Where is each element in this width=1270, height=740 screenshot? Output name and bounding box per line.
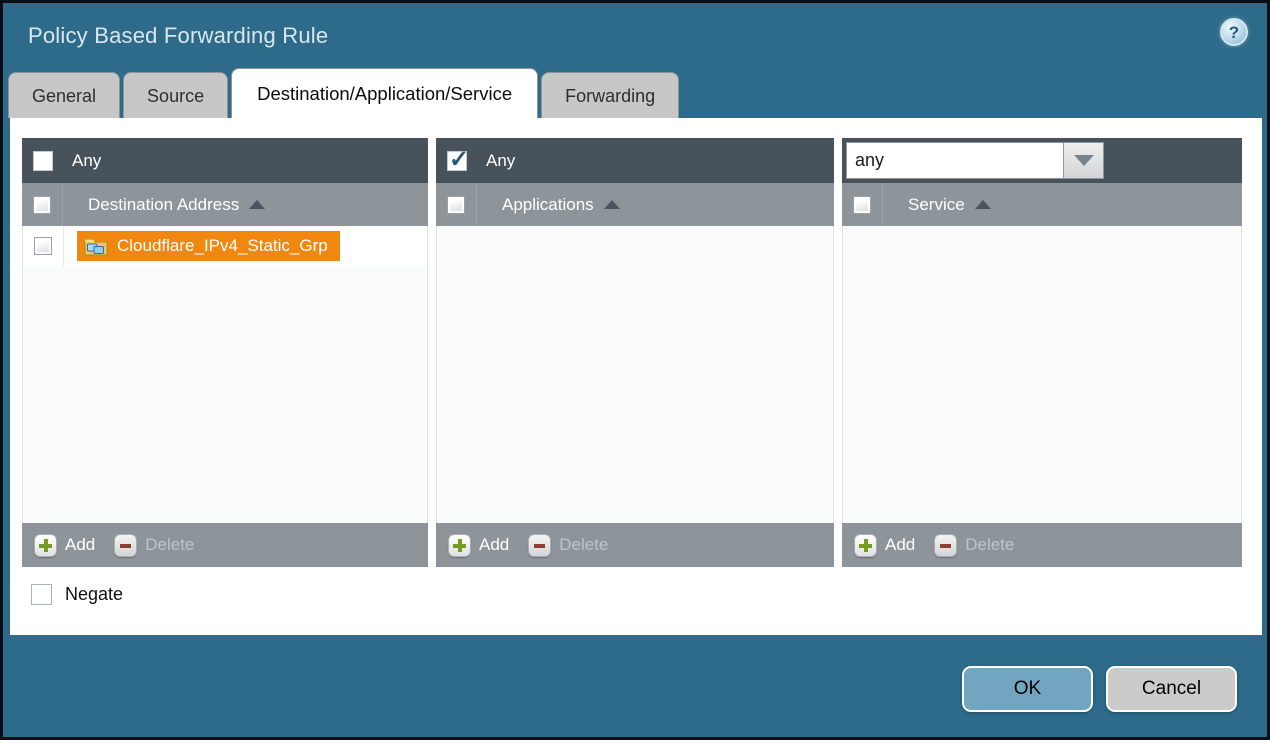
applications-delete-button[interactable]: Delete	[528, 534, 608, 557]
sort-ascending-icon[interactable]	[975, 200, 991, 209]
destination-any-checkbox[interactable]	[33, 151, 53, 171]
chevron-down-icon	[1074, 155, 1094, 166]
applications-any-bar: Any	[436, 138, 834, 183]
service-dropdown-value: any	[846, 142, 1064, 179]
service-list	[842, 226, 1242, 523]
add-plus-icon	[448, 534, 471, 557]
table-row: Cloudflare_IPv4_Static_Grp	[23, 226, 427, 266]
service-footer: Add Delete	[842, 523, 1242, 567]
destination-column-header: Destination Address	[22, 183, 428, 226]
help-icon[interactable]: ?	[1220, 18, 1248, 46]
service-dropdown-button[interactable]	[1064, 142, 1104, 179]
tab-content-panel: Any Destination Address	[10, 118, 1262, 635]
add-label: Add	[479, 535, 509, 555]
address-group-icon	[84, 236, 108, 256]
destination-selectall-checkbox[interactable]	[33, 196, 51, 214]
delete-label: Delete	[145, 535, 194, 555]
tab-general[interactable]: General	[8, 72, 120, 118]
destination-any-label: Any	[72, 151, 101, 171]
applications-footer: Add Delete	[436, 523, 834, 567]
destination-column: Any Destination Address	[22, 138, 428, 567]
destination-header-label[interactable]: Destination Address	[88, 195, 239, 215]
tab-source[interactable]: Source	[123, 72, 228, 118]
add-label: Add	[885, 535, 915, 555]
dialog-actions: OK Cancel	[962, 666, 1237, 712]
ok-button[interactable]: OK	[962, 666, 1093, 712]
applications-selectall-checkbox[interactable]	[447, 196, 465, 214]
columns-row: Any Destination Address	[22, 138, 1262, 567]
sort-ascending-icon[interactable]	[604, 200, 620, 209]
applications-header-label[interactable]: Applications	[502, 195, 594, 215]
service-column: any Service Add	[842, 138, 1242, 567]
add-label: Add	[65, 535, 95, 555]
address-group-label: Cloudflare_IPv4_Static_Grp	[117, 236, 328, 256]
service-selectall-cell	[842, 183, 883, 226]
tab-destination-application-service[interactable]: Destination/Application/Service	[231, 68, 538, 118]
destination-any-bar: Any	[22, 138, 428, 183]
delete-minus-icon	[114, 534, 137, 557]
sort-ascending-icon[interactable]	[249, 200, 265, 209]
delete-label: Delete	[965, 535, 1014, 555]
row-checkbox[interactable]	[34, 237, 52, 255]
delete-minus-icon	[934, 534, 957, 557]
applications-selectall-cell	[436, 183, 477, 226]
destination-footer: Add Delete	[22, 523, 428, 567]
applications-column: Any Applications Add Delete	[436, 138, 834, 567]
destination-add-button[interactable]: Add	[34, 534, 95, 557]
help-glyph: ?	[1229, 24, 1239, 41]
negate-checkbox[interactable]	[31, 584, 52, 605]
add-plus-icon	[34, 534, 57, 557]
destination-list: Cloudflare_IPv4_Static_Grp	[22, 226, 428, 523]
service-add-button[interactable]: Add	[854, 534, 915, 557]
dialog-titlebar: Policy Based Forwarding Rule	[3, 3, 1267, 68]
service-selectall-checkbox[interactable]	[853, 196, 871, 214]
applications-any-checkbox[interactable]	[447, 151, 467, 171]
add-plus-icon	[854, 534, 877, 557]
negate-label: Negate	[65, 584, 123, 605]
destination-delete-button[interactable]: Delete	[114, 534, 194, 557]
service-delete-button[interactable]: Delete	[934, 534, 1014, 557]
applications-column-header: Applications	[436, 183, 834, 226]
cancel-button[interactable]: Cancel	[1106, 666, 1237, 712]
destination-selectall-cell	[22, 183, 63, 226]
service-dropdown-bar: any	[842, 138, 1242, 183]
delete-minus-icon	[528, 534, 551, 557]
service-column-header: Service	[842, 183, 1242, 226]
applications-list	[436, 226, 834, 523]
pbf-rule-dialog: { "dialog": { "title": "Policy Based For…	[0, 0, 1270, 740]
service-header-label[interactable]: Service	[908, 195, 965, 215]
delete-label: Delete	[559, 535, 608, 555]
service-dropdown[interactable]: any	[846, 142, 1104, 179]
tab-forwarding[interactable]: Forwarding	[541, 72, 679, 118]
applications-any-label: Any	[486, 151, 515, 171]
dialog-title: Policy Based Forwarding Rule	[28, 23, 328, 49]
negate-row: Negate	[31, 584, 1262, 605]
address-group-item[interactable]: Cloudflare_IPv4_Static_Grp	[77, 231, 340, 261]
row-checkbox-cell	[23, 226, 64, 266]
tab-bar: General Source Destination/Application/S…	[3, 68, 1267, 118]
applications-add-button[interactable]: Add	[448, 534, 509, 557]
